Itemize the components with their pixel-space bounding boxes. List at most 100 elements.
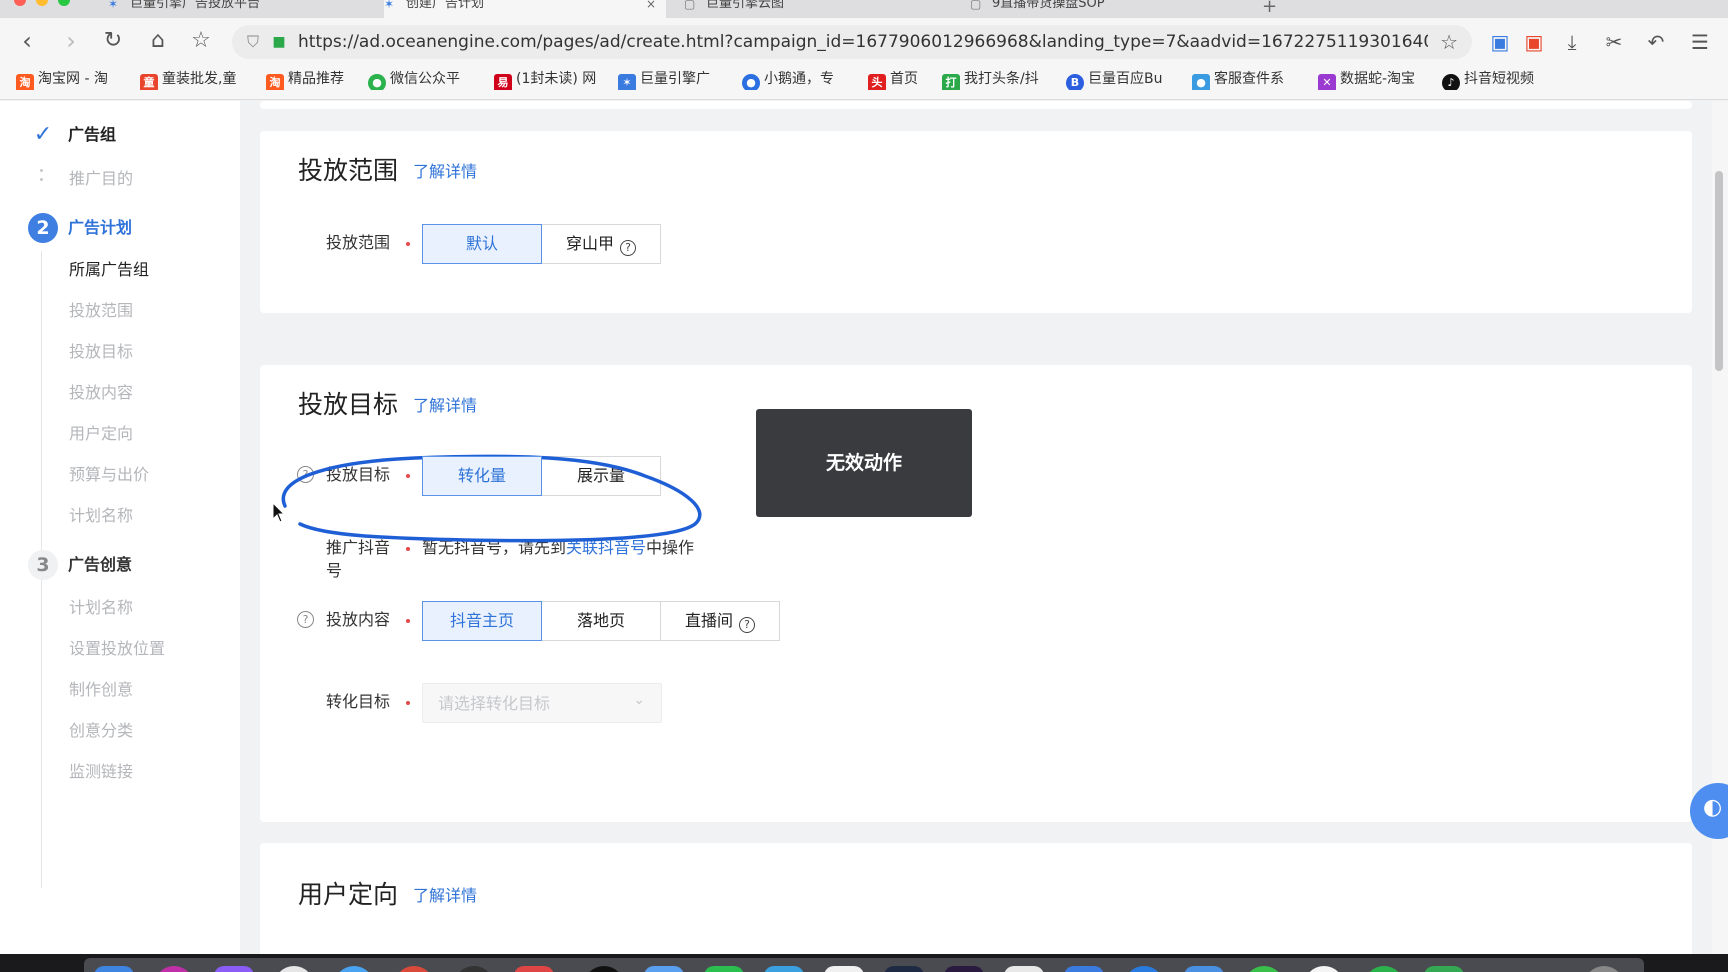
sidebar-item-goal[interactable]: 投放目标	[69, 341, 133, 363]
required-mark	[406, 619, 410, 623]
menu-icon[interactable]: ☰	[1688, 30, 1712, 54]
help-icon[interactable]: ?	[297, 611, 314, 628]
close-window-icon[interactable]	[14, 0, 26, 6]
dock-app-icon[interactable]	[274, 966, 314, 972]
bookmark-item[interactable]: 淘精品推荐	[266, 68, 366, 90]
extension-icon[interactable]: ▣	[1488, 30, 1512, 54]
card-targeting: 用户定向 了解详情	[260, 843, 1692, 954]
tab-ad-platform[interactable]: ✶ 巨量引擎广告投放平台	[108, 0, 380, 18]
learn-more-link[interactable]: 了解详情	[413, 161, 477, 183]
sidebar-item-placement[interactable]: 设置投放位置	[69, 638, 165, 660]
url-text[interactable]: https://ad.oceanengine.com/pages/ad/crea…	[298, 32, 1428, 52]
bookmark-item[interactable]: B 巨量百应Bu	[1066, 68, 1172, 90]
sidebar-item-ad-group[interactable]: 所属广告组	[69, 259, 149, 281]
scrollbar-thumb[interactable]	[1715, 171, 1723, 371]
dock-app-icon[interactable]	[944, 966, 984, 972]
sidebar-item-targeting[interactable]: 用户定向	[69, 423, 133, 445]
lock-icon: ■	[272, 34, 286, 50]
dock-app-icon[interactable]	[1064, 966, 1104, 972]
help-icon[interactable]: ?	[739, 617, 755, 633]
dock-app-icon[interactable]	[1244, 966, 1284, 972]
bookmark-item[interactable]: 打我打头条/抖	[942, 68, 1048, 90]
sidebar-item-tracking-link[interactable]: 监测链接	[69, 761, 133, 783]
forward-icon[interactable]: ›	[56, 26, 86, 56]
dock-app-icon[interactable]	[824, 966, 864, 972]
toutiao-icon: 头	[868, 74, 886, 90]
bookmark-item[interactable]: ✶ 巨量引擎广	[618, 68, 724, 90]
dock-app-icon[interactable]	[584, 966, 624, 972]
dock-app-icon[interactable]	[514, 966, 554, 972]
bookmark-item[interactable]: 淘淘宝网 - 淘	[16, 68, 124, 90]
scope-option-default[interactable]: 默认	[422, 224, 542, 264]
dock-app-icon[interactable]	[764, 966, 804, 972]
sidebar-item-scope[interactable]: 投放范围	[69, 300, 133, 322]
mail-icon: 易	[494, 74, 512, 90]
dock-app-icon[interactable]	[1304, 966, 1344, 972]
dock-trash-icon[interactable]	[1584, 966, 1624, 972]
tab-yuntu[interactable]: ▢ 巨量引擎云图	[684, 0, 954, 18]
minimize-window-icon[interactable]	[36, 0, 48, 6]
dock-app-icon[interactable]	[1004, 966, 1044, 972]
page-content: ✓ 广告组 推广目的 2 广告计划 所属广告组 投放范围 投放目标 投放内容 用…	[0, 101, 1728, 954]
dock-wechat-icon[interactable]	[704, 966, 744, 972]
scope-option-pangle[interactable]: 穿山甲?	[541, 224, 661, 264]
content-option-douyin-home[interactable]: 抖音主页	[422, 601, 542, 641]
bookmark-item[interactable]: 童童装批发,童	[140, 68, 250, 90]
tab-create-plan[interactable]: ✶ 创建广告计划 ×	[384, 0, 666, 18]
ocean-engine-icon: ✶	[384, 0, 395, 11]
home-icon[interactable]: ⌂	[143, 26, 173, 56]
dock-app-icon[interactable]	[1364, 966, 1404, 972]
dock-bar	[84, 958, 1644, 972]
bookmark-star-icon[interactable]: ☆	[1440, 30, 1458, 54]
dock-app-icon[interactable]	[1124, 966, 1164, 972]
new-tab-button[interactable]: +	[1262, 0, 1277, 17]
goal-option-conversion[interactable]: 转化量	[422, 456, 542, 496]
help-icon[interactable]: ?	[620, 240, 636, 256]
learn-more-link[interactable]: 了解详情	[413, 395, 477, 417]
support-icon: ◐	[1703, 795, 1723, 820]
bookmark-item[interactable]: ✕ 数据蛇-淘宝	[1318, 68, 1424, 90]
back-icon[interactable]: ‹	[12, 26, 42, 56]
sidebar-item-promotion-goal[interactable]: 推广目的	[69, 168, 133, 190]
conversion-target-select[interactable]: 请选择转化目标 ⌄	[422, 683, 662, 723]
bookmark-item[interactable]: ● 小鹅通，专	[742, 68, 848, 90]
bookmark-item[interactable]: ● 客服查件系	[1192, 68, 1298, 90]
dock-app-icon[interactable]	[884, 966, 924, 972]
dock-app-icon[interactable]	[1424, 966, 1464, 972]
tab-sop[interactable]: ▢ 9直播带货操盘SOP	[970, 0, 1240, 18]
dock-app-icon[interactable]	[1184, 966, 1224, 972]
close-tab-icon[interactable]: ×	[646, 0, 656, 10]
download-icon[interactable]: ⤓	[1560, 30, 1584, 54]
reload-icon[interactable]: ↻	[98, 26, 128, 56]
bookmark-item[interactable]: ● 微信公众平	[368, 68, 474, 90]
zoom-window-icon[interactable]	[58, 0, 70, 6]
sidebar-item-creative-plan-name[interactable]: 计划名称	[69, 597, 133, 619]
learn-more-link[interactable]: 了解详情	[413, 885, 477, 907]
dock-safari-icon[interactable]	[334, 966, 374, 972]
sidebar-item-budget[interactable]: 预算与出价	[69, 464, 149, 486]
sidebar-item-plan-name[interactable]: 计划名称	[69, 505, 133, 527]
dock-app-icon[interactable]	[154, 966, 194, 972]
sidebar-item-content[interactable]: 投放内容	[69, 382, 133, 404]
dock-app-icon[interactable]	[644, 966, 684, 972]
content-option-landing-page[interactable]: 落地页	[541, 601, 661, 641]
extension-red-icon[interactable]: ▣	[1522, 30, 1546, 54]
sidebar-item-creative-category[interactable]: 创意分类	[69, 720, 133, 742]
dock-app-icon[interactable]	[394, 966, 434, 972]
dock-app-icon[interactable]	[454, 966, 494, 972]
page-icon: ▢	[970, 0, 982, 11]
content-option-live-room[interactable]: 直播间?	[660, 601, 780, 641]
address-bar[interactable]: ⛉ ■ https://ad.oceanengine.com/pages/ad/…	[232, 25, 1472, 59]
ocean-engine-icon: ✶	[618, 74, 636, 90]
bookmark-item[interactable]: 头首页	[868, 68, 938, 90]
undo-icon[interactable]: ↶	[1644, 30, 1668, 54]
field-label: 投放内容	[326, 610, 391, 629]
bookmark-item[interactable]: 易 (1封未读) 网	[494, 68, 600, 90]
dock-app-icon[interactable]	[214, 966, 254, 972]
sidebar-item-make-creative[interactable]: 制作创意	[69, 679, 133, 701]
bookmark-item[interactable]: ♪ 抖音短视频	[1442, 68, 1550, 90]
favorite-star-icon[interactable]: ☆	[186, 26, 216, 56]
mouse-cursor-icon	[272, 502, 286, 523]
scissors-icon[interactable]: ✂	[1602, 30, 1626, 54]
dock-finder-icon[interactable]	[94, 966, 134, 972]
